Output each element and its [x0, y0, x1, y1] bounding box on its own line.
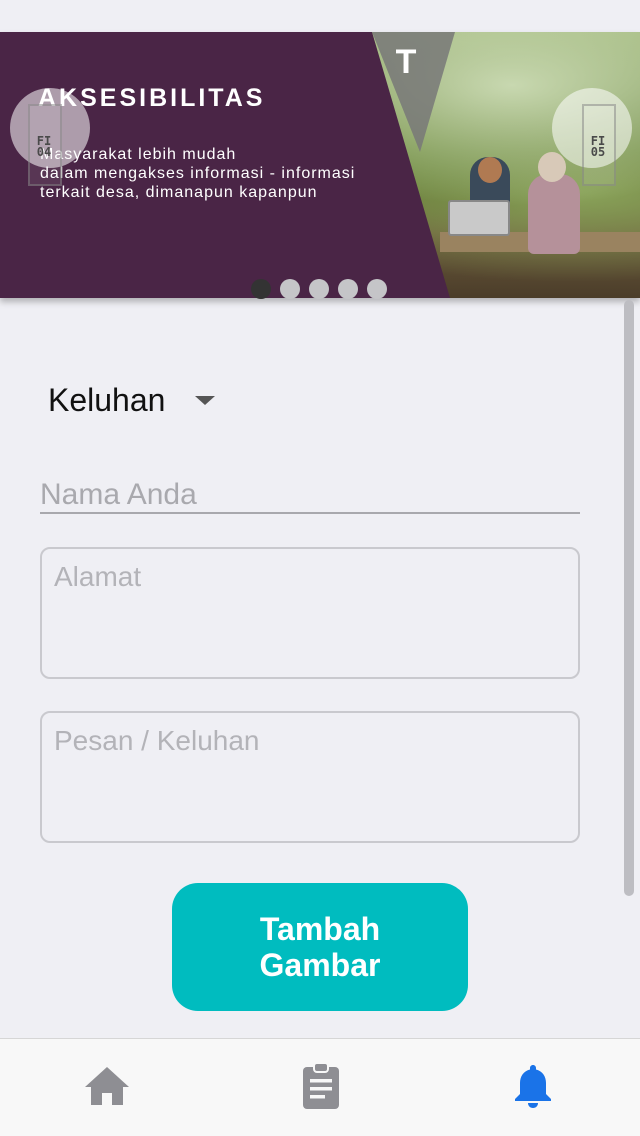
- banner-description-line: terkait desa, dimanapun kapanpun: [40, 184, 318, 201]
- banner-description-line: dalam mengakses informasi - informasi: [40, 165, 356, 182]
- pagination-dot-2[interactable]: [280, 279, 300, 299]
- pagination-dot-5[interactable]: [367, 279, 387, 299]
- carousel-pagination: [251, 279, 387, 299]
- tab-report[interactable]: [291, 1061, 351, 1121]
- banner-carousel[interactable]: T AKSESIBILITAS Masyarakat lebih mudah d…: [0, 32, 640, 298]
- home-icon: [85, 1067, 129, 1105]
- message-field[interactable]: [40, 711, 580, 843]
- add-image-button-label: Tambah Gambar: [259, 911, 381, 983]
- chevron-down-icon: [195, 395, 216, 405]
- photo-laptop: [448, 200, 510, 236]
- pagination-dot-3[interactable]: [309, 279, 329, 299]
- address-field[interactable]: [40, 547, 580, 679]
- carousel-next-label: FI 05: [590, 134, 606, 159]
- brand-logo: T: [395, 43, 417, 81]
- tab-home[interactable]: [77, 1061, 137, 1121]
- pagination-dot-4[interactable]: [338, 279, 358, 299]
- bell-icon: [515, 1065, 551, 1108]
- tab-notifications[interactable]: [503, 1061, 563, 1121]
- scrollbar[interactable]: [624, 300, 634, 896]
- add-image-button[interactable]: Tambah Gambar: [172, 883, 468, 1011]
- pagination-dot-1[interactable]: [251, 279, 271, 299]
- photo-child-head: [478, 157, 502, 183]
- name-input[interactable]: [40, 478, 580, 514]
- bottom-tab-bar: [0, 1038, 640, 1136]
- category-selected-value: Keluhan: [48, 381, 166, 418]
- clipboard-icon: [303, 1062, 339, 1109]
- photo-elder-figure: [528, 174, 580, 254]
- photo-elder-head: [538, 152, 566, 182]
- carousel-prev-label: FI 04: [36, 134, 52, 159]
- category-dropdown[interactable]: Keluhan: [48, 378, 216, 422]
